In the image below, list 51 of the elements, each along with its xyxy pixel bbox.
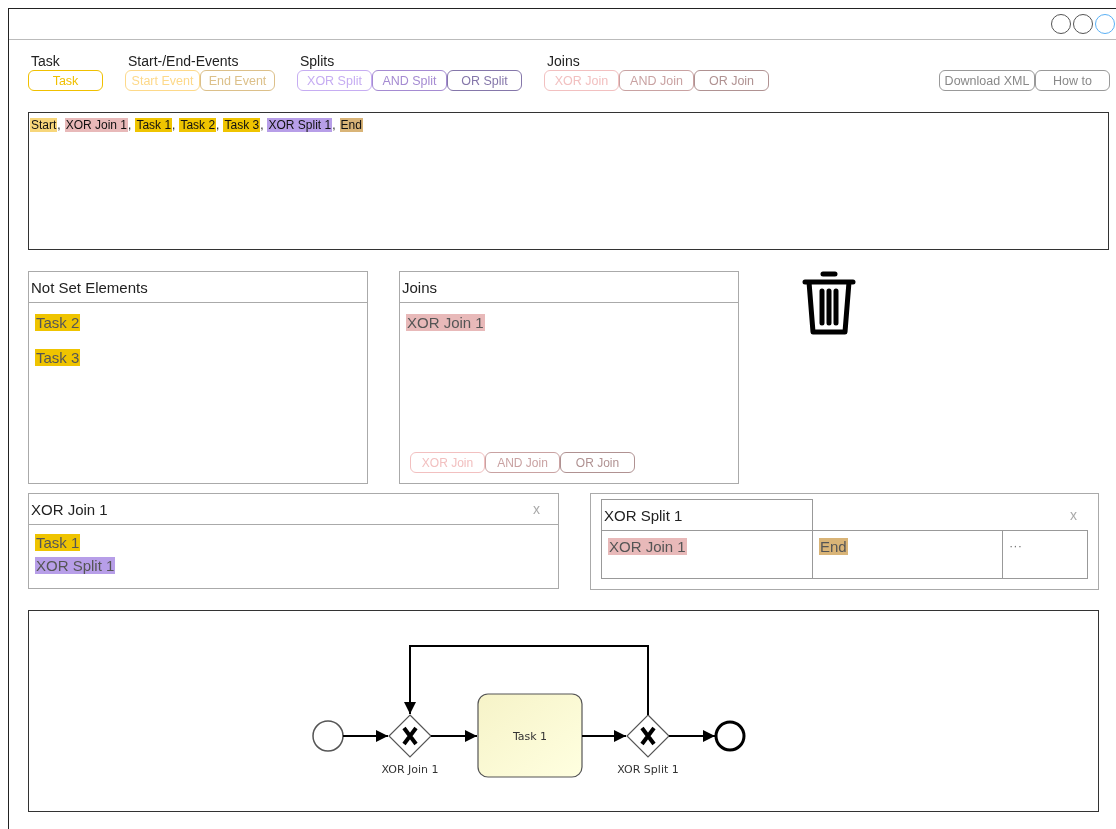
element-button[interactable]: AND Join [619, 70, 694, 91]
table-header-cell: XOR Split 1 [601, 499, 813, 531]
gateway-label: XOR Split 1 [617, 763, 679, 776]
sequence-flow-arrow [581, 730, 627, 742]
element-tag[interactable]: XOR Join 1 [64, 118, 129, 133]
separator-text: , [216, 118, 220, 132]
element-tag[interactable]: XOR Join 1 [406, 314, 485, 331]
element-button[interactable]: XOR Split [297, 70, 372, 91]
element-tag[interactable]: End [339, 118, 363, 133]
element-tag[interactable]: XOR Join 1 [608, 538, 687, 555]
separator-text: , [57, 118, 61, 132]
sequence-flow-arrow [342, 730, 389, 742]
separator-text: , [332, 118, 336, 132]
element-tag[interactable]: Task 3 [223, 118, 261, 133]
action-button[interactable]: Download XML [939, 70, 1035, 91]
element-tag[interactable]: XOR Split 1 [267, 118, 333, 133]
element-tag[interactable]: Task 3 [35, 349, 81, 366]
task-label: Task 1 [512, 730, 548, 743]
group-label: Splits [299, 53, 336, 69]
action-button[interactable]: How to [1035, 70, 1110, 91]
panel-title: Joins [400, 272, 738, 303]
group-label: Joins [546, 53, 581, 69]
close-button[interactable]: x [1070, 506, 1077, 523]
exclusive-gateway [388, 714, 432, 758]
start-event [312, 720, 344, 752]
element-button[interactable]: AND Join [485, 452, 560, 473]
separator-text: , [128, 118, 132, 132]
group-label: Task [30, 53, 61, 69]
trash-icon[interactable] [801, 271, 857, 335]
element-tag[interactable]: Task 2 [35, 314, 81, 331]
close-button[interactable]: x [533, 501, 540, 517]
separator-text: , [260, 118, 264, 132]
panel-title: XOR Join 1 [31, 500, 108, 518]
gateway-label: XOR Join 1 [381, 763, 439, 776]
group-label: Start-/End-Events [127, 53, 240, 69]
element-tag[interactable]: Task 2 [179, 118, 217, 133]
element-tag[interactable]: XOR Split 1 [35, 557, 116, 574]
element-button[interactable]: OR Join [560, 452, 635, 473]
table-cell: ··· [1003, 531, 1088, 579]
element-button[interactable]: AND Split [372, 70, 447, 91]
panel-title: Not Set Elements [29, 272, 367, 303]
end-event [714, 720, 746, 752]
sequence-flow-arrow [430, 730, 478, 742]
sequence-flow-arrow [668, 730, 716, 742]
element-button[interactable]: OR Split [447, 70, 522, 91]
separator-text: , [172, 118, 176, 132]
element-tag[interactable]: Task 1 [35, 534, 81, 551]
element-tag[interactable]: End [819, 538, 848, 555]
exclusive-gateway [626, 714, 670, 758]
element-tag[interactable]: Task 1 [135, 118, 173, 133]
element-button[interactable]: OR Join [694, 70, 769, 91]
